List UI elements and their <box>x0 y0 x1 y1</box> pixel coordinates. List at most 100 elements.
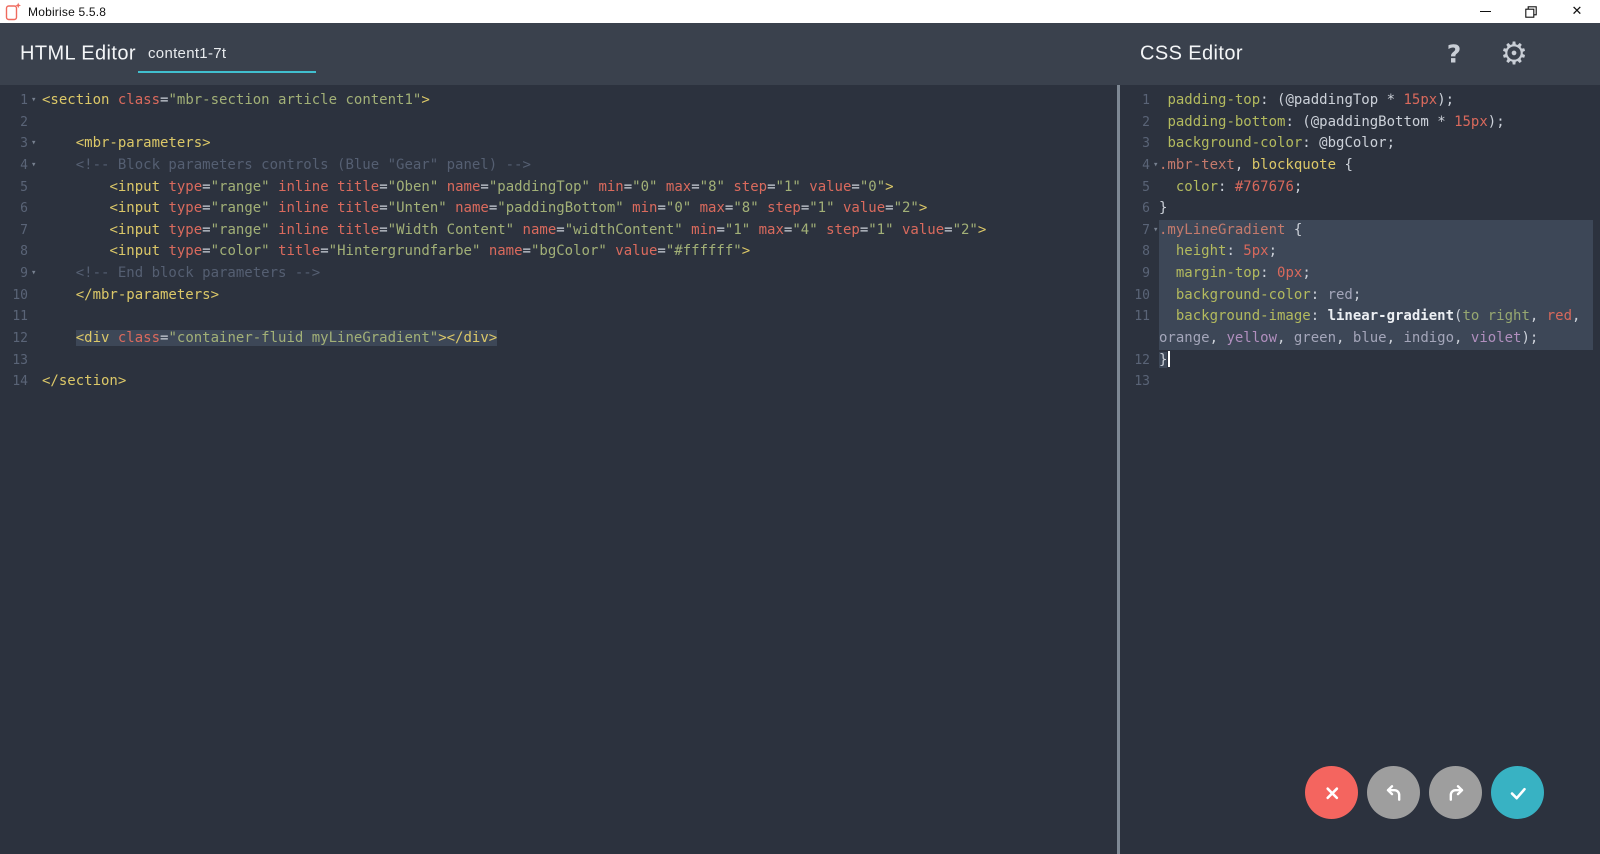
token: 0px <box>1277 265 1302 281</box>
token: "0" <box>860 179 885 195</box>
code-text: .myLineGradient { <box>1159 220 1593 242</box>
token: "mbr-section article content1" <box>168 92 421 108</box>
css-editor-title: CSS Editor <box>1140 43 1243 66</box>
token: orange <box>1159 330 1210 346</box>
fold-arrow-icon[interactable]: ▾ <box>28 263 42 285</box>
code-line: 8 height: 5px; <box>1120 241 1600 263</box>
html-code-editor[interactable]: 1▾<section class="mbr-section article co… <box>0 85 1117 854</box>
fold-gutter <box>1150 112 1159 134</box>
token: "2" <box>894 200 919 216</box>
code-line: 4▾ <!-- Block parameters controls (Blue … <box>0 155 1117 177</box>
token: = <box>379 222 387 238</box>
token <box>514 222 522 238</box>
fold-arrow-icon[interactable]: ▾ <box>1150 155 1159 177</box>
html-editor-title: HTML Editor <box>20 43 136 66</box>
token: * <box>1429 114 1454 130</box>
token <box>683 222 691 238</box>
code-text <box>42 306 1110 328</box>
code-line: 9 margin-top: 0px; <box>1120 263 1600 285</box>
token <box>607 243 615 259</box>
code-text: } <box>1159 198 1593 220</box>
token: "paddingBottom" <box>497 200 623 216</box>
line-number: 5 <box>0 177 28 199</box>
token: = <box>885 200 893 216</box>
token <box>1159 287 1176 303</box>
line-number: 12 <box>0 328 28 350</box>
redo-button[interactable] <box>1429 766 1482 819</box>
code-text: <input type="range" inline title="Unten"… <box>42 198 1110 220</box>
token: background-color <box>1167 135 1302 151</box>
token <box>750 222 758 238</box>
token: min <box>598 179 623 195</box>
token <box>42 157 76 173</box>
token: "Width Content" <box>388 222 514 238</box>
token: red <box>1328 287 1353 303</box>
token: </mbr-parameters> <box>76 287 219 303</box>
token: } <box>1159 352 1167 368</box>
token: = <box>320 243 328 259</box>
x-icon <box>1319 780 1345 806</box>
confirm-button[interactable] <box>1491 766 1544 819</box>
token: = <box>523 243 531 259</box>
selection-highlight: <div class="container-fluid myLineGradie… <box>76 330 497 346</box>
fold-arrow-icon[interactable]: ▾ <box>28 90 42 112</box>
token: <input <box>109 243 160 259</box>
token: name <box>455 200 489 216</box>
fold-arrow-icon[interactable]: ▾ <box>28 133 42 155</box>
token: min <box>691 222 716 238</box>
minimize-button[interactable] <box>1462 0 1508 23</box>
fold-arrow-icon[interactable]: ▾ <box>28 155 42 177</box>
code-line: 1 padding-top: (@paddingTop * 15px); <box>1120 90 1600 112</box>
token: = <box>851 179 859 195</box>
code-line: 12 <div class="container-fluid myLineGra… <box>0 328 1117 350</box>
fold-gutter <box>1150 90 1159 112</box>
token: ; <box>1353 287 1361 303</box>
token: @bgColor <box>1319 135 1386 151</box>
token: inline <box>278 222 329 238</box>
code-text: padding-top: (@paddingTop * 15px); <box>1159 90 1593 112</box>
fold-arrow-icon[interactable]: ▾ <box>1150 220 1159 242</box>
line-number: 7 <box>0 220 28 242</box>
restore-button[interactable] <box>1508 0 1554 23</box>
token: ; <box>1269 243 1277 259</box>
cancel-button[interactable] <box>1305 766 1358 819</box>
token: = <box>767 179 775 195</box>
undo-button[interactable] <box>1367 766 1420 819</box>
token: , <box>1454 330 1471 346</box>
token: ; <box>1294 179 1302 195</box>
token: { <box>1336 157 1353 173</box>
line-number: 7 <box>1120 220 1150 242</box>
token: value <box>902 222 944 238</box>
token: : <box>1226 243 1243 259</box>
fold-gutter <box>1150 371 1159 393</box>
code-text: background-image: linear-gradient(to rig… <box>1159 306 1593 328</box>
code-line: 5 <input type="range" inline title="Oben… <box>0 177 1117 199</box>
code-line: 6} <box>1120 198 1600 220</box>
token: title <box>337 200 379 216</box>
close-button[interactable]: ✕ <box>1554 0 1600 23</box>
token: = <box>379 179 387 195</box>
token <box>42 222 109 238</box>
token: = <box>202 243 210 259</box>
window-controls: ✕ <box>1462 0 1600 23</box>
gear-icon[interactable]: ⚙ <box>1494 36 1534 72</box>
token: > <box>421 92 429 108</box>
line-number: 6 <box>1120 198 1150 220</box>
token: : ( <box>1285 114 1310 130</box>
token: : <box>1311 308 1328 324</box>
fold-gutter <box>1150 198 1159 220</box>
fold-gutter <box>28 198 42 220</box>
token: { <box>1285 222 1302 238</box>
token <box>42 287 76 303</box>
line-number: 11 <box>0 306 28 328</box>
tab-content1-7t[interactable]: content1-7t <box>138 36 316 73</box>
token: step <box>733 179 767 195</box>
restore-icon <box>1525 6 1537 18</box>
help-icon[interactable]: ? <box>1440 40 1468 69</box>
css-code-editor[interactable]: 1 padding-top: (@paddingTop * 15px);2 pa… <box>1120 85 1600 854</box>
token: <input <box>109 179 160 195</box>
token: "0" <box>632 179 657 195</box>
token: > <box>885 179 893 195</box>
minimize-icon <box>1480 11 1491 12</box>
token: color <box>1176 179 1218 195</box>
